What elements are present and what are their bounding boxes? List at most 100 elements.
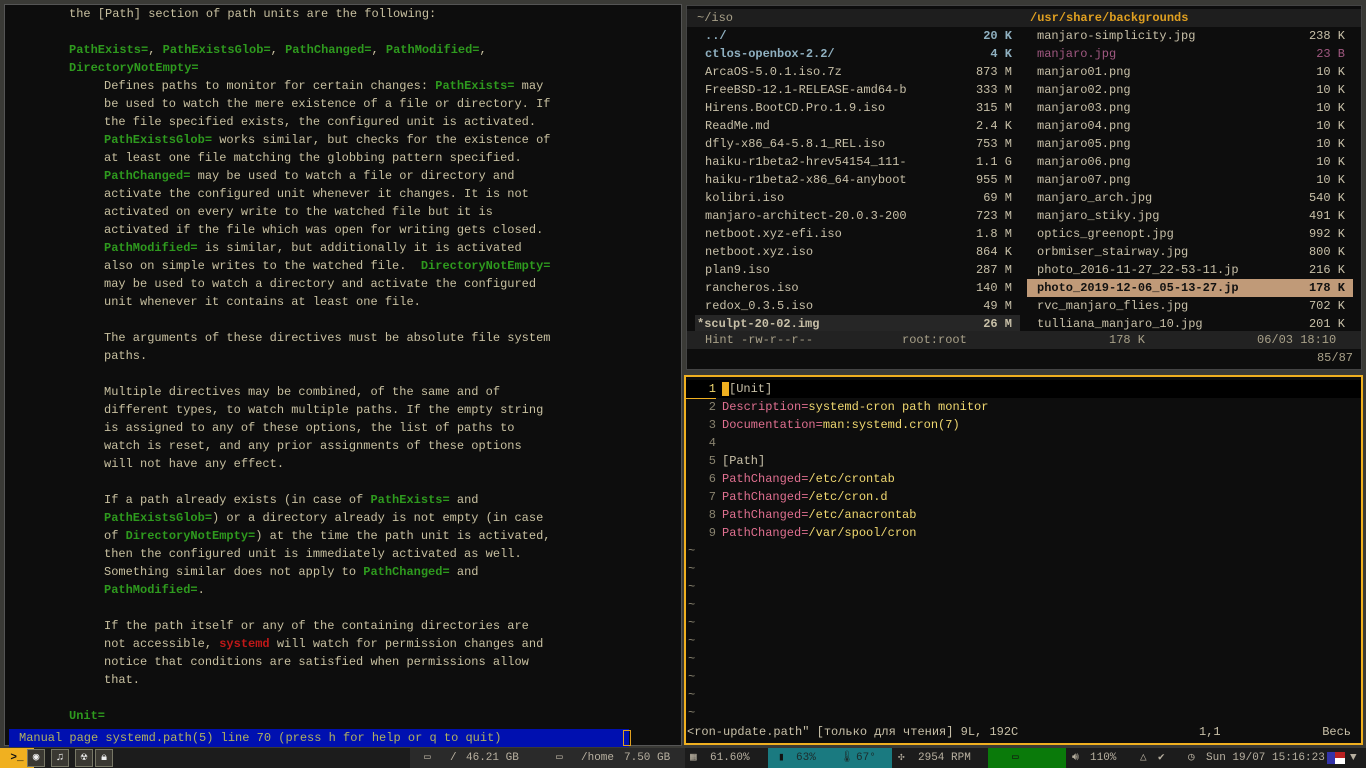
- radiation-icon[interactable]: ☢: [75, 749, 93, 767]
- file-row[interactable]: optics_greenopt.jpg 992 K: [1027, 225, 1353, 243]
- globe-icon[interactable]: ◉: [27, 749, 45, 767]
- vim-status-scroll: Весь: [1322, 725, 1351, 739]
- option-keyword: PathChanged=: [363, 565, 450, 579]
- man-text: is similar, but additionally it is activ…: [197, 241, 522, 255]
- shield-icon: ▼: [1350, 752, 1357, 764]
- config-key: Description=: [722, 400, 809, 414]
- file-row[interactable]: manjaro05.png 10 K: [1027, 135, 1353, 153]
- man-line: of DirectoryNotEmpty=) at the time the p…: [104, 527, 550, 545]
- drive-icon: ▭: [556, 752, 563, 764]
- editor-line[interactable]: 5 [Path]: [686, 452, 1361, 470]
- file-size: 69 M: [983, 191, 1012, 205]
- man-text: also on simple writes to the watched fil…: [104, 259, 421, 273]
- file-row[interactable]: manjaro_stiky.jpg 491 K: [1027, 207, 1353, 225]
- man-line: also on simple writes to the watched fil…: [104, 257, 550, 275]
- file-row[interactable]: Hirens.BootCD.Pro.1.9.iso 315 M: [695, 99, 1020, 117]
- file-row[interactable]: manjaro.jpg 23 B: [1027, 45, 1353, 63]
- file-row[interactable]: dfly-x86_64-5.8.1_REL.iso 753 M: [695, 135, 1020, 153]
- file-row[interactable]: ReadMe.md 2.4 K: [695, 117, 1020, 135]
- file-row[interactable]: netboot.xyz.iso 864 K: [695, 243, 1020, 261]
- file-row[interactable]: manjaro-architect-20.0.3-200 723 M: [695, 207, 1020, 225]
- editor-line[interactable]: 2 Description=systemd-cron path monitor: [686, 398, 1361, 416]
- lock-icon[interactable]: 🔒︎: [95, 749, 113, 767]
- vim-status-pos: 1,1: [1199, 725, 1221, 739]
- man-text: watch is reset, and any prior assignment…: [104, 439, 522, 453]
- file-row[interactable]: photo_2016-11-27_22-53-11.jp 216 K: [1027, 261, 1353, 279]
- file-name: kolibri.iso: [705, 191, 785, 205]
- file-row[interactable]: photo_2019-12-06_05-13-27.jp 178 K: [1027, 279, 1353, 297]
- file-size: 491 K: [1308, 209, 1345, 223]
- file-row[interactable]: redox_0.3.5.iso 49 M: [695, 297, 1020, 315]
- file-size: 800 K: [1308, 245, 1345, 259]
- file-row[interactable]: manjaro_arch.jpg 540 K: [1027, 189, 1353, 207]
- battery-icon: ▭: [1012, 752, 1019, 764]
- music-icon[interactable]: ♫: [51, 749, 69, 767]
- file-row[interactable]: manjaro06.png 10 K: [1027, 153, 1353, 171]
- file-row[interactable]: manjaro-simplicity.jpg 238 K: [1027, 27, 1353, 45]
- file-size: 2.4 K: [975, 119, 1012, 133]
- config-value: /etc/anacrontab: [808, 508, 917, 522]
- clock[interactable]: Sun 19/07 15:16:23: [1206, 748, 1325, 768]
- cpu-icon: ▮: [778, 752, 785, 764]
- man-text: may: [514, 79, 544, 93]
- editor-line[interactable]: 4: [686, 434, 1361, 452]
- file-size: 864 K: [975, 245, 1012, 259]
- file-row[interactable]: rancheros.iso 140 M: [695, 279, 1020, 297]
- man-text: the file specified exists, the configure…: [104, 115, 537, 129]
- editor-line[interactable]: 9 PathChanged=/var/spool/cron: [686, 524, 1361, 542]
- man-line: PathChanged= may be used to watch a file…: [104, 167, 514, 185]
- option-keyword: DirectoryNotEmpty=: [420, 259, 551, 273]
- man-page-terminal[interactable]: the [Path] section of path units are the…: [4, 4, 682, 747]
- file-row[interactable]: ArcaOS-5.0.1.iso.7z 873 M: [695, 63, 1020, 81]
- man-text: will watch for permission changes and: [269, 637, 544, 651]
- volume-level[interactable]: 110%: [1090, 748, 1116, 768]
- file-row[interactable]: FreeBSD-12.1-RELEASE-amd64-b 333 M: [695, 81, 1020, 99]
- file-row[interactable]: plan9.iso 287 M: [695, 261, 1020, 279]
- man-text: is assigned to any of these options, the…: [104, 421, 515, 435]
- file-row[interactable]: manjaro04.png 10 K: [1027, 117, 1353, 135]
- file-name: FreeBSD-12.1-RELEASE-amd64-b: [705, 83, 907, 97]
- config-value: /var/spool/cron: [808, 526, 917, 540]
- line-number: 2: [708, 400, 716, 414]
- ranger-file-manager[interactable]: ~/iso/usr/share/backgrounds ../ 20 K ctlos-…: [686, 5, 1362, 370]
- man-line: PathModified= is similar, but additional…: [104, 239, 522, 257]
- file-row[interactable]: haiku-r1beta2-x86_64-anyboot 955 M: [695, 171, 1020, 189]
- vim-editor[interactable]: 1 [Unit] 2 Description=systemd-cron path mo…: [684, 375, 1363, 745]
- editor-line[interactable]: 8 PathChanged=/etc/anacrontab: [686, 506, 1361, 524]
- editor-line[interactable]: 1 [Unit]: [686, 380, 1361, 399]
- file-row[interactable]: haiku-r1beta2-hrev54154_111- 1.1 G: [695, 153, 1020, 171]
- man-line: be used to watch the mere existence of a…: [104, 95, 550, 113]
- man-text: may be used to watch a directory and act…: [104, 277, 537, 291]
- file-row[interactable]: manjaro01.png 10 K: [1027, 63, 1353, 81]
- file-row[interactable]: manjaro07.png 10 K: [1027, 171, 1353, 189]
- config-key: PathChanged=: [722, 472, 809, 486]
- man-line: activated on every write to the watched …: [104, 203, 493, 221]
- editor-line[interactable]: 3 Documentation=man:systemd.cron(7): [686, 416, 1361, 434]
- file-row[interactable]: kolibri.iso 69 M: [695, 189, 1020, 207]
- file-row[interactable]: manjaro03.png 10 K: [1027, 99, 1353, 117]
- file-name: manjaro.jpg: [1037, 47, 1117, 61]
- line-number: 5: [708, 454, 716, 468]
- file-row[interactable]: netboot.xyz-efi.iso 1.8 M: [695, 225, 1020, 243]
- config-value: /etc/cron.d: [808, 490, 888, 504]
- file-row[interactable]: ../ 20 K: [695, 27, 1020, 45]
- volume-icon[interactable]: 🔊︎: [1072, 748, 1079, 768]
- file-name: plan9.iso: [705, 263, 770, 277]
- file-size: 10 K: [1316, 173, 1345, 187]
- man-line: PathExistsGlob=) or a directory already …: [104, 509, 543, 527]
- man-text: may be used to watch a file or directory…: [190, 169, 515, 183]
- man-text: paths.: [104, 349, 148, 363]
- us-flag-icon[interactable]: [1327, 752, 1345, 764]
- config-key: [Unit]: [722, 382, 773, 396]
- notification-icon[interactable]: △: [1140, 748, 1147, 768]
- file-size: 753 M: [975, 137, 1012, 151]
- file-row[interactable]: ctlos-openbox-2.2/4 K: [695, 45, 1020, 63]
- file-row[interactable]: orbmiser_stairway.jpg 800 K: [1027, 243, 1353, 261]
- file-row[interactable]: rvc_manjaro_flies.jpg 702 K: [1027, 297, 1353, 315]
- file-size: 1.8 M: [975, 227, 1012, 241]
- man-text: The arguments of these directives must b…: [104, 331, 551, 345]
- file-row[interactable]: manjaro02.png 10 K: [1027, 81, 1353, 99]
- editor-line[interactable]: 6 PathChanged=/etc/crontab: [686, 470, 1361, 488]
- editor-line[interactable]: 7 PathChanged=/etc/cron.d: [686, 488, 1361, 506]
- file-size: 49 M: [983, 299, 1012, 313]
